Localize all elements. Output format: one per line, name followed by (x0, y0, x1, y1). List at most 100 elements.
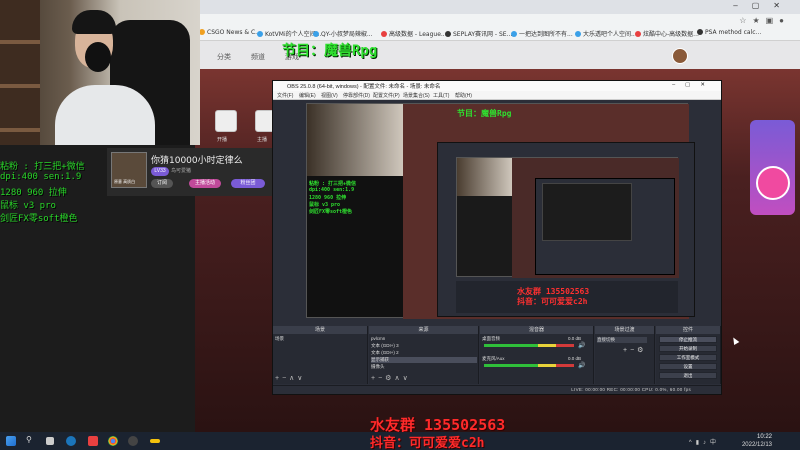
bookmark-item[interactable]: PSA method calc... (697, 29, 761, 36)
search-icon[interactable]: ⚲ (26, 435, 36, 445)
obs-icon[interactable] (128, 436, 138, 446)
bookmark-item[interactable]: SEPLAY赛讯网 - SE... (445, 29, 512, 38)
obs-preview[interactable]: 粘粉 : 打三把+微信 dpi:400 sen:1.9 1280 960 拉伸 … (306, 103, 695, 319)
window-controls[interactable]: –▢✕ (733, 1, 794, 10)
mixer-dock: 混音器 桌面音频 0.0 dB 🔊 麦克风/Aux 0.0 dB 🔊 (480, 326, 594, 384)
menu-file[interactable]: 文件(F) (277, 92, 293, 99)
bookmark-favicon-icon (381, 31, 387, 37)
nested-obs-inner (535, 178, 675, 275)
info-line: 剑匠FX零soft橙色 (0, 214, 78, 224)
webcam-feed (0, 0, 200, 145)
steam-icon[interactable] (66, 436, 76, 446)
sources-header: 来源 (369, 326, 478, 334)
scenes-dock: 场景 场景 +−∧∨ (273, 326, 368, 384)
bookmark-item[interactable]: 一把达到图所不有... (511, 29, 573, 38)
folder-icon[interactable] (150, 439, 160, 443)
menu-tools[interactable]: 工具(T) (433, 92, 449, 99)
obs-title-text: OBS 25.0.8 (64-bit, windows) - 配置文件: 未命名… (287, 84, 441, 90)
toolbar-icons[interactable]: ☆★▣● (739, 16, 790, 25)
mixer-channel-label: 麦克风/Aux (482, 356, 505, 361)
source-item[interactable]: 文本 (GDI+) 2 (371, 350, 399, 356)
preview-info-line: 1280 960 拉伸 (309, 195, 347, 201)
audio-meter (484, 344, 574, 347)
headphones-icon (85, 42, 111, 72)
preview-webcam (307, 104, 403, 176)
sidebar-label: 开播 (217, 137, 228, 143)
bookmark-item[interactable]: QY-小叔梦局辣椒... (313, 29, 373, 38)
bookmark-favicon-icon (697, 29, 703, 35)
browser-titlebar: –▢✕ (195, 0, 800, 14)
system-tray[interactable]: ^▮♪中 (689, 437, 720, 446)
studio-mode-button[interactable]: 工作室模式 (659, 354, 717, 361)
streamer-avatar[interactable]: 原意 高质白 (111, 152, 147, 188)
scenes-toolbar[interactable]: +−∧∨ (275, 374, 305, 382)
task-view-icon[interactable] (46, 437, 54, 445)
douyin-label: 抖音：可可爱爱c2h (370, 436, 485, 450)
page-sidebar (215, 110, 237, 136)
transitions-dock: 场景过渡 直接切换 +−⚙ (595, 326, 655, 384)
menu-view[interactable]: 视图(V) (321, 92, 338, 99)
transitions-header: 场景过渡 (595, 326, 654, 334)
address-bar[interactable] (195, 14, 800, 26)
bookmark-item[interactable]: 炫酷中心-高级数据... (635, 29, 699, 38)
avatar-caption: 原意 高质白 (114, 179, 136, 184)
bookmark-item[interactable]: CSGO News & C... (199, 29, 261, 36)
clock-date[interactable]: 2022/12/13 (742, 442, 772, 448)
start-recording-button[interactable]: 开始录制 (659, 345, 717, 352)
chrome-icon[interactable] (108, 436, 118, 446)
program-label: 节目：魔兽Rpg (282, 43, 378, 59)
source-item[interactable]: 文本 (GDI+) 3 (371, 343, 399, 349)
controls-header: 控件 (656, 326, 720, 334)
bookmark-item[interactable]: 大乐透吧个人空间... (575, 29, 637, 38)
mixer-header: 混音器 (480, 326, 593, 334)
streamer-name[interactable]: 鸟可爱猪 (171, 167, 207, 176)
transition-toolbar[interactable]: +−⚙ (623, 346, 646, 354)
bookmark-item[interactable]: KotVMi的个人空间... (257, 29, 321, 38)
obs-status-text: LIVE: 00:00:00 REC: 00:00:00 CPU: 0.0%, … (571, 387, 691, 392)
nav-channel[interactable]: 频道 (251, 52, 265, 62)
sources-dock: 来源 pvlcmn 文本 (GDI+) 3 文本 (GDI+) 2 显示捕获 摄… (369, 326, 479, 384)
source-item[interactable]: 显示捕获 (371, 357, 477, 363)
bookmark-favicon-icon (313, 31, 319, 37)
stop-streaming-button[interactable]: 停止推流 (659, 336, 717, 343)
streamer-body (55, 85, 155, 145)
menu-docks[interactable]: 停靠部件(D) (343, 92, 370, 99)
preview-program-label: 节目：魔兽Rpg (457, 109, 512, 118)
obs-window: OBS 25.0.8 (64-bit, windows) - 配置文件: 未命名… (272, 80, 722, 395)
bookmark-favicon-icon (635, 31, 641, 37)
stream-title: 你猜10000小时定律么 (151, 156, 243, 166)
clock-time[interactable]: 10:22 (757, 434, 772, 440)
go-live-icon[interactable] (215, 110, 237, 132)
app-icon[interactable] (88, 436, 98, 446)
source-item[interactable]: 摄像头 (371, 364, 385, 370)
windows-start-icon[interactable] (6, 436, 16, 446)
scene-item[interactable]: 场景 (275, 336, 284, 342)
settings-button[interactable]: 设置 (659, 363, 717, 370)
preview-info-line: 粘粉 : 打三把+微信 (309, 181, 357, 187)
preview-capture: 粘粉 : 打三把+微信 dpi:400 sen:1.9 1280 960 拉伸 … (307, 104, 695, 319)
subscribe-button[interactable]: 订阅 (151, 179, 173, 188)
speaker-icon[interactable]: 🔊 (578, 362, 585, 369)
menu-help[interactable]: 帮助(H) (455, 92, 472, 99)
menu-profile[interactable]: 配置文件(P) (373, 92, 400, 99)
speaker-icon[interactable]: 🔊 (578, 342, 585, 349)
info-line: dpi:400 sen:1.9 (0, 172, 82, 182)
obs-window-controls[interactable]: –▢✕ (672, 82, 715, 88)
obs-titlebar: OBS 25.0.8 (64-bit, windows) - 配置文件: 未命名… (273, 81, 721, 91)
nav-category[interactable]: 分类 (217, 52, 231, 62)
bookmarks-bar: CSGO News & C... KotVMi的个人空间... QY-小叔梦局辣… (195, 26, 800, 41)
streamer-hair (72, 10, 116, 34)
bookmark-favicon-icon (575, 31, 581, 37)
fan-club-pill[interactable]: 粉丝团 (231, 179, 265, 188)
user-avatar[interactable] (672, 48, 688, 64)
menu-edit[interactable]: 编辑(E) (299, 92, 316, 99)
event-pill[interactable]: 主播活动 (189, 179, 221, 188)
bookmark-item[interactable]: 高级数据 - League... (381, 29, 447, 38)
obs-docks: 场景 场景 +−∧∨ 来源 pvlcmn 文本 (GDI+) 3 文本 (GDI… (273, 326, 721, 384)
menu-scene-collection[interactable]: 场景集合(S) (403, 92, 430, 99)
transition-select[interactable]: 直接切换 (597, 337, 647, 343)
sources-toolbar[interactable]: +−⚙∧∨ (371, 374, 411, 382)
exit-button[interactable]: 退出 (659, 372, 717, 379)
preview-info-line: dpi:400 sen:1.9 (309, 187, 355, 193)
source-item[interactable]: pvlcmn (371, 336, 385, 342)
